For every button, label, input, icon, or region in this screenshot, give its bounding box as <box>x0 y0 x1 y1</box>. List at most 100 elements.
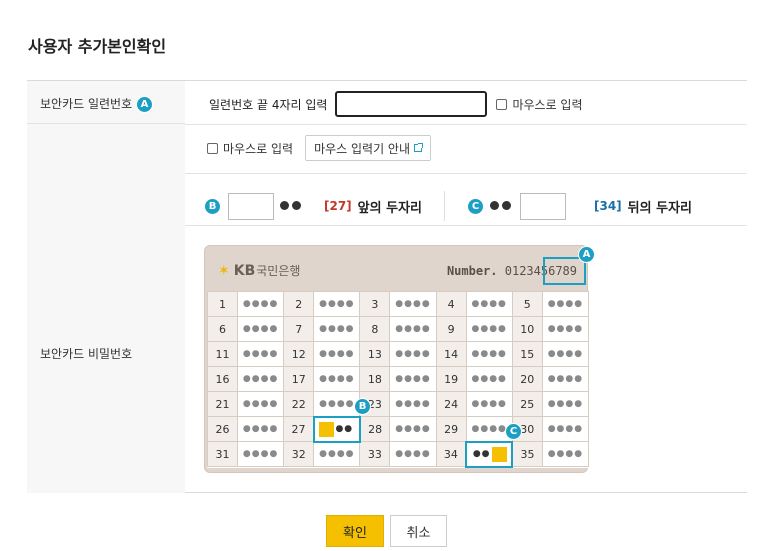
back-desc: 뒤의 두자리 <box>627 200 692 216</box>
card-cell-code: ●●●● <box>541 416 590 442</box>
card-row: 11 ●●●● 12 ●●●● 13 ●●●● 14 ●●●● 15 ●●●● <box>206 341 590 367</box>
card-cell-number: 21 <box>206 391 239 417</box>
badge-b: B <box>354 398 371 415</box>
serial-highlight <box>543 257 586 285</box>
card-cell-code: ●●●● <box>389 366 437 392</box>
mouse-guide-button[interactable]: 마우스 입력기 안내 <box>305 135 432 161</box>
card-cell-code: ●●●● <box>389 391 437 417</box>
card-cell-code: ●●●● <box>313 391 361 417</box>
badge-b: B <box>204 197 221 215</box>
card-cell-number: 22 <box>283 391 315 417</box>
kb-logo: ✶ KB 국민은행 <box>218 262 301 279</box>
serial-prompt: 일련번호 끝 4자리 입력 <box>209 97 328 112</box>
divider <box>185 124 747 125</box>
page-title: 사용자 추가본인확인 <box>28 37 167 56</box>
divider <box>185 173 747 174</box>
checkbox-icon[interactable] <box>496 98 508 110</box>
card-cell-number: 8 <box>359 316 391 342</box>
card-row: 1 ●●●● 2 ●●●● 3 ●●●● 4 ●●●● 5 ●●●● <box>206 291 590 317</box>
card-cell-number: 7 <box>283 316 315 342</box>
card-cell-code: ●●●● <box>541 366 590 392</box>
card-cell-code: ●●●● <box>541 441 590 467</box>
badge-a: A <box>135 96 153 113</box>
card-cell-code: ●●●● <box>541 291 590 317</box>
card-cell-number: 33 <box>359 441 391 467</box>
card-cell-code: ●●●● <box>313 441 361 467</box>
card-row: 6 ●●●● 7 ●●●● 8 ●●●● 9 ●●●● 10 ●●●● <box>206 316 590 342</box>
kb-star-icon: ✶ <box>218 262 230 279</box>
card-cell-code: ●●●● <box>237 291 285 317</box>
card-cell-number: 5 <box>511 291 543 317</box>
card-cell-code: ●●●● <box>313 341 361 367</box>
mouse-input-row: 마우스로 입력 마우스 입력기 안내 <box>207 135 432 161</box>
card-cell-code: ●●●● <box>465 291 513 317</box>
card-cell-number: 12 <box>283 341 315 367</box>
card-cell-number: 16 <box>206 366 239 392</box>
card-cell-number: 35 <box>511 441 543 467</box>
front-number: [27] <box>324 199 352 213</box>
card-cell-code: ●● <box>312 415 361 443</box>
card-cell-number: 32 <box>283 441 315 467</box>
password-mouse-checkbox[interactable]: 마우스로 입력 <box>207 140 293 157</box>
back-password-input[interactable] <box>520 192 566 220</box>
card-cell-number: 2 <box>283 291 315 317</box>
card-cell-number: 3 <box>359 291 391 317</box>
serial-mouse-checkbox[interactable]: 마우스로 입력 <box>496 96 583 113</box>
card-cell-code: ●●●● <box>237 316 285 342</box>
card-cell-number: 26 <box>206 416 239 442</box>
serial-label: 보안카드 일련번호 <box>40 97 133 111</box>
card-cell-number: 25 <box>511 391 543 417</box>
card-cell-number: 34 <box>435 441 467 467</box>
card-cell-number: 10 <box>511 316 543 342</box>
card-row: 21 ●●●● 22 ●●●● 23 ●●●● 24 ●●●● 25 ●●●● <box>206 391 590 417</box>
cancel-button[interactable]: 취소 <box>390 515 447 547</box>
serial-input[interactable] <box>335 91 488 117</box>
masked-dots <box>280 198 304 214</box>
card-row: 16 ●●●● 17 ●●●● 18 ●●●● 19 ●●●● 20 ●●●● <box>206 366 590 392</box>
card-cell-code: ●●●● <box>465 341 513 367</box>
card-cell-code: ●●●● <box>237 441 285 467</box>
card-cell-number: 28 <box>359 416 391 442</box>
card-cell-code: ●●●● <box>389 341 437 367</box>
front-password-input[interactable] <box>228 192 274 220</box>
badge-c: C <box>505 423 522 440</box>
card-cell-code: ●●●● <box>237 416 285 442</box>
card-row: 26 ●●●● 27 ●● 28 ●●●● 29 ●●●● 30 ●●●● <box>206 415 590 443</box>
confirm-button[interactable]: 확인 <box>326 515 384 547</box>
card-cell-code: ●●●● <box>389 291 437 317</box>
card-cell-number: 31 <box>206 441 239 467</box>
button-bar: 확인 취소 <box>326 515 447 547</box>
card-cell-code: ●●●● <box>465 366 513 392</box>
card-cell-number: 19 <box>435 366 467 392</box>
card-cell-number: 4 <box>435 291 467 317</box>
front-desc: 앞의 두자리 <box>357 200 422 216</box>
card-cell-number: 1 <box>206 291 239 317</box>
card-cell-code: ●●●● <box>389 441 437 467</box>
card-cell-code: ●●●● <box>541 316 590 342</box>
badge-c: C <box>467 197 484 215</box>
card-grid: 1 ●●●● 2 ●●●● 3 ●●●● 4 ●●●● 5 ●●●● 6 ●●●● 7 ●●●● 8 ●●●●… <box>206 291 590 468</box>
card-cell-number: 29 <box>435 416 467 442</box>
card-cell-number: 11 <box>206 341 239 367</box>
card-cell-number: 13 <box>359 341 391 367</box>
card-cell-number: 18 <box>359 366 391 392</box>
card-cell-number: 6 <box>206 316 239 342</box>
hidden-digit-marker <box>491 446 507 462</box>
external-link-icon <box>414 143 424 152</box>
security-card-image: ✶ KB 국민은행 Number. 0123456789 1 ●●●● 2 ●●●● 3… <box>204 245 590 473</box>
serial-row: 일련번호 끝 4자리 입력 마우스로 입력 <box>209 91 583 117</box>
card-cell-code: ●●●● <box>389 316 437 342</box>
card-cell-number: 20 <box>511 366 543 392</box>
card-cell-code: ●●●● <box>237 391 285 417</box>
serial-label-cell: 보안카드 일련번호 A <box>27 81 185 124</box>
card-cell-code: ●●●● <box>465 391 513 417</box>
password-entry-row: B [27] 앞의 두자리 C [34] 뒤의 두자리 <box>204 181 747 231</box>
card-cell-code: ●●●● <box>313 291 361 317</box>
card-cell-code: ●●●● <box>313 366 361 392</box>
separator <box>444 191 445 221</box>
password-label-cell: 보안카드 비밀번호 <box>27 124 185 493</box>
checkbox-icon[interactable] <box>207 142 218 154</box>
card-cell-code: ●●●● <box>389 416 437 442</box>
card-cell-number: 15 <box>511 341 543 367</box>
hidden-digit-marker <box>319 421 335 437</box>
